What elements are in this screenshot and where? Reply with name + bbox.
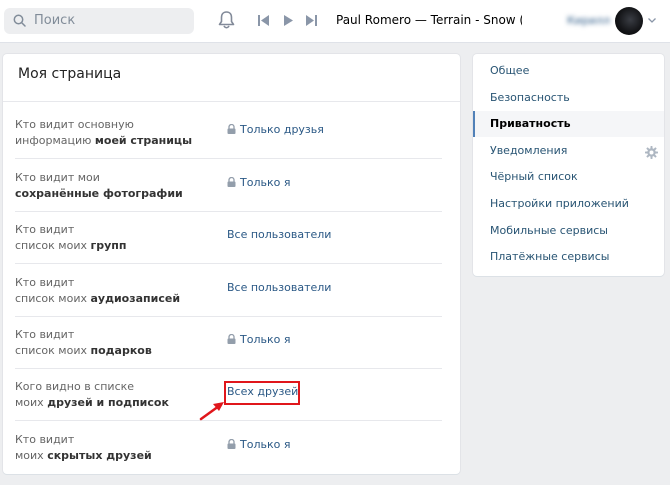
- privacy-question: Кто видит список моих групп: [15, 222, 215, 254]
- bell-icon[interactable]: [218, 10, 235, 30]
- question-line: Кто видит: [15, 276, 75, 289]
- divider: [3, 101, 460, 102]
- privacy-value: Только я: [240, 333, 291, 346]
- question-line: информацию: [15, 134, 95, 147]
- menu-item[interactable]: Безопасность: [473, 85, 664, 111]
- privacy-value-dropdown[interactable]: Только друзья: [227, 123, 324, 137]
- privacy-question: Кто видит список моих аудиозаписей: [15, 275, 215, 307]
- chevron-down-icon[interactable]: [648, 18, 656, 23]
- privacy-value-dropdown[interactable]: Все пользователи: [227, 228, 331, 241]
- privacy-value: Все пользователи: [227, 228, 332, 241]
- question-line: моих: [15, 396, 48, 409]
- divider: [15, 368, 442, 369]
- lock-icon: [227, 438, 236, 452]
- privacy-value-dropdown[interactable]: Все пользователи: [227, 281, 331, 294]
- section-title: Моя страница: [18, 66, 122, 82]
- arrow-icon: [199, 402, 224, 421]
- privacy-value: Только друзья: [240, 123, 324, 136]
- lock-icon: [227, 333, 236, 347]
- privacy-value-dropdown[interactable]: Только я: [227, 176, 290, 190]
- privacy-question: Кто видит моих скрытых друзей: [15, 432, 215, 464]
- avatar[interactable]: [615, 7, 643, 35]
- question-line: Кто видит мои: [15, 171, 100, 184]
- question-subject: друзей и подписок: [47, 396, 169, 409]
- question-line: список моих: [15, 292, 91, 305]
- search-icon: [13, 14, 26, 27]
- question-subject: аудиозаписей: [90, 292, 181, 305]
- search-placeholder: Поиск: [34, 13, 76, 28]
- question-subject: скрытых друзей: [47, 449, 152, 462]
- menu-item[interactable]: Чёрный список: [473, 164, 664, 190]
- privacy-value: Только я: [240, 438, 291, 451]
- privacy-value: Все пользователи: [227, 281, 332, 294]
- menu-item[interactable]: Настройки приложений: [473, 191, 664, 217]
- now-playing-track[interactable]: Paul Romero — Terrain - Snow (Heroe...: [336, 13, 522, 27]
- divider: [15, 420, 442, 421]
- privacy-question: Кто видит список моих подарков: [15, 327, 215, 359]
- divider: [15, 211, 442, 212]
- question-line: Кто видит: [15, 223, 75, 236]
- privacy-value-dropdown[interactable]: Только я: [227, 438, 290, 452]
- menu-item[interactable]: Платёжные сервисы: [473, 244, 664, 270]
- privacy-question: Кого видно в списке моих друзей и подписо…: [15, 379, 215, 411]
- lock-icon: [227, 123, 236, 137]
- settings-menu: Общее Безопасность Приватность Уведомления Ч…: [473, 54, 664, 276]
- question-subject: моей страницы: [94, 134, 193, 147]
- divider: [15, 263, 442, 264]
- top-bar: Поиск Paul Romero — Terrain - Snow (Hero…: [0, 0, 670, 43]
- question-subject: сохранённые фотографии: [15, 187, 183, 200]
- question-line: список моих: [15, 239, 91, 252]
- lock-icon: [227, 176, 236, 190]
- play-icon[interactable]: [283, 15, 294, 26]
- annotation-highlight-box: [224, 381, 300, 405]
- question-line: моих: [15, 449, 48, 462]
- divider: [15, 316, 442, 317]
- menu-item[interactable]: Мобильные сервисы: [473, 218, 664, 244]
- divider: [15, 158, 442, 159]
- question-line: Кто видит основную: [15, 118, 134, 131]
- menu-item[interactable]: Приватность: [473, 111, 664, 138]
- privacy-value-dropdown[interactable]: Только я: [227, 333, 290, 347]
- menu-item[interactable]: Общее: [473, 58, 664, 84]
- search-input[interactable]: Поиск: [4, 8, 194, 34]
- question-line: список моих: [15, 344, 91, 357]
- privacy-value: Только я: [240, 176, 291, 189]
- privacy-question: Кто видит основную информацию моей страни…: [15, 117, 215, 149]
- menu-item[interactable]: Уведомления: [473, 138, 664, 164]
- question-line: Кого видно в списке: [15, 380, 135, 393]
- next-track-icon[interactable]: [305, 15, 317, 26]
- previous-track-icon[interactable]: [258, 15, 270, 26]
- question-subject: групп: [90, 239, 127, 252]
- question-line: Кто видит: [15, 328, 75, 341]
- privacy-question: Кто видит мои сохранённые фотографии: [15, 170, 215, 202]
- username[interactable]: Кирилл: [567, 14, 610, 27]
- question-subject: подарков: [90, 344, 152, 357]
- question-line: Кто видит: [15, 433, 75, 446]
